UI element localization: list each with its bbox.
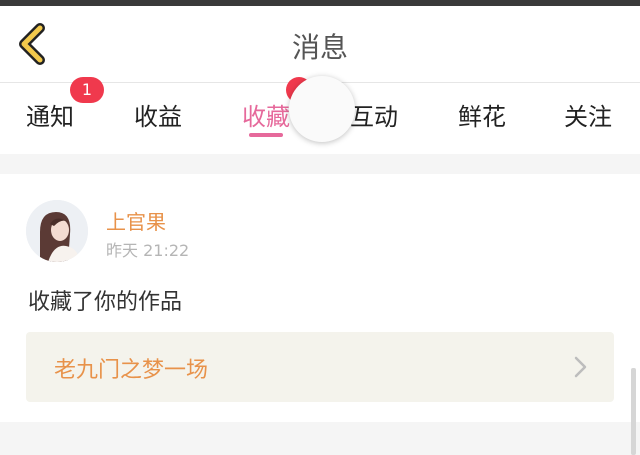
message-text: 收藏了你的作品 — [28, 290, 183, 315]
floating-touch-button[interactable] — [289, 76, 355, 142]
message-card: 上官果 昨天 21:22 收藏了你的作品 老九门之梦一场 — [0, 174, 640, 422]
notification-badge: 1 — [70, 77, 104, 103]
tab-label: 收益 — [134, 103, 182, 131]
header: 消息 — [0, 6, 640, 82]
work-title: 老九门之梦一场 — [54, 358, 209, 383]
tab-label: 关注 — [564, 103, 612, 131]
user-name[interactable]: 上官果 — [106, 206, 166, 235]
chevron-right-icon — [574, 356, 587, 378]
tab-flowers[interactable]: 鲜花 — [458, 97, 506, 132]
page-title: 消息 — [291, 31, 348, 64]
tab-earnings[interactable]: 收益 — [134, 97, 182, 132]
tab-label: 鲜花 — [458, 103, 506, 131]
tab-label: 收藏 — [242, 103, 290, 131]
tab-notifications[interactable]: 通知 — [26, 97, 74, 132]
message-time: 昨天 21:22 — [106, 241, 190, 260]
tab-label: 互动 — [350, 103, 398, 131]
avatar[interactable] — [26, 200, 88, 262]
work-link[interactable]: 老九门之梦一场 — [26, 332, 614, 402]
tab-following[interactable]: 关注 — [564, 97, 612, 132]
tab-label: 通知 — [26, 103, 74, 131]
tab-favorites[interactable]: 收藏 — [242, 97, 290, 132]
section-divider — [0, 154, 640, 174]
section-divider — [0, 422, 640, 455]
active-tab-indicator — [249, 133, 283, 137]
user-avatar-image — [26, 200, 88, 262]
tab-interactions[interactable]: 互动 — [350, 97, 398, 132]
scrollbar[interactable] — [631, 368, 636, 455]
